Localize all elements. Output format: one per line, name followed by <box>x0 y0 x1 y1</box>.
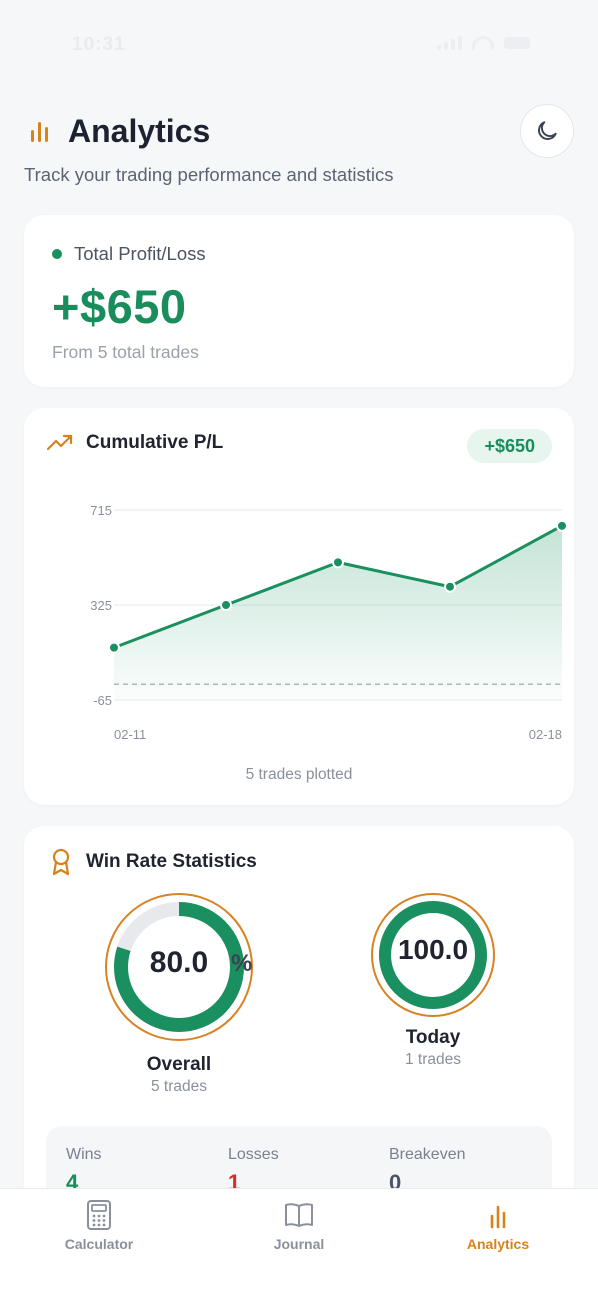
overall-trades: 5 trades <box>150 1078 207 1095</box>
tab-calculator-label: Calculator <box>64 1236 134 1252</box>
data-point <box>332 556 344 569</box>
status-time: 10:31 <box>72 34 126 55</box>
tab-calculator[interactable]: Calculator <box>24 1199 174 1252</box>
page-subtitle: Track your trading performance and stati… <box>24 164 394 185</box>
wins-label: Wins <box>66 1146 102 1163</box>
overall-win-rate-percent: % <box>231 950 253 977</box>
wifi-icon <box>472 36 494 50</box>
page-title: Analytics <box>68 112 211 149</box>
overall-win-rate-value: 80.0 <box>149 946 209 979</box>
overall-label: Overall <box>146 1054 212 1075</box>
breakeven-label: Breakeven <box>389 1146 466 1163</box>
award-icon <box>52 848 70 876</box>
chart-area <box>114 525 562 700</box>
data-point <box>108 641 120 654</box>
y-tick-label: 325 <box>90 598 112 613</box>
total-pl-subtext: From 5 total trades <box>52 342 199 362</box>
battery-icon <box>504 37 530 49</box>
losses-label: Losses <box>228 1146 279 1163</box>
today-label: Today <box>405 1027 461 1048</box>
status-bar: 10:31 <box>0 0 598 90</box>
x-tick-label: 02-11 <box>114 727 146 742</box>
win-rate-card: Win Rate Statistics 80.0 % Overall 5 tra… <box>24 826 574 1236</box>
status-dot <box>52 249 62 259</box>
total-pl-label: Total Profit/Loss <box>74 243 206 264</box>
data-point <box>444 580 456 593</box>
theme-toggle-button[interactable] <box>520 104 574 158</box>
bar-chart-icon <box>490 1205 506 1229</box>
x-tick-label: 02-18 <box>529 727 562 742</box>
y-tick-label: -65 <box>93 693 112 708</box>
cumulative-pl-chart: 715 325 -65 02-11 02-18 <box>90 503 568 742</box>
trending-up-icon <box>46 434 73 451</box>
book-icon <box>285 1203 313 1227</box>
tab-journal-label: Journal <box>273 1236 325 1252</box>
page-header: Analytics Track your trading performance… <box>24 104 574 194</box>
chart-title: Cumulative P/L <box>86 432 224 453</box>
total-pl-card: Total Profit/Loss +$650 From 5 total tra… <box>24 215 574 387</box>
cumulative-pl-card: Cumulative P/L +$650 715 325 -65 02-11 02-18… <box>24 408 574 805</box>
moon-icon <box>538 121 557 140</box>
chart-footer: 5 trades plotted <box>245 766 353 783</box>
tab-analytics-label: Analytics <box>466 1236 530 1252</box>
status-icons <box>437 36 530 50</box>
total-pl-value: +$650 <box>52 280 187 333</box>
data-point <box>220 599 232 611</box>
data-point <box>556 519 568 532</box>
pl-badge: +$650 <box>467 429 552 463</box>
today-trades: 1 trades <box>404 1051 461 1068</box>
tab-journal[interactable]: Journal <box>224 1199 374 1252</box>
tab-analytics[interactable]: Analytics <box>423 1199 573 1252</box>
calculator-icon <box>87 1200 111 1230</box>
y-tick-label: 715 <box>90 503 112 518</box>
today-win-rate-value: 100.0 <box>397 934 469 965</box>
bottom-tab-bar: Calculator Journal Analytics <box>0 1188 598 1300</box>
win-rate-title: Win Rate Statistics <box>86 851 257 872</box>
signal-icon <box>437 36 462 50</box>
bar-chart-icon <box>24 116 54 146</box>
